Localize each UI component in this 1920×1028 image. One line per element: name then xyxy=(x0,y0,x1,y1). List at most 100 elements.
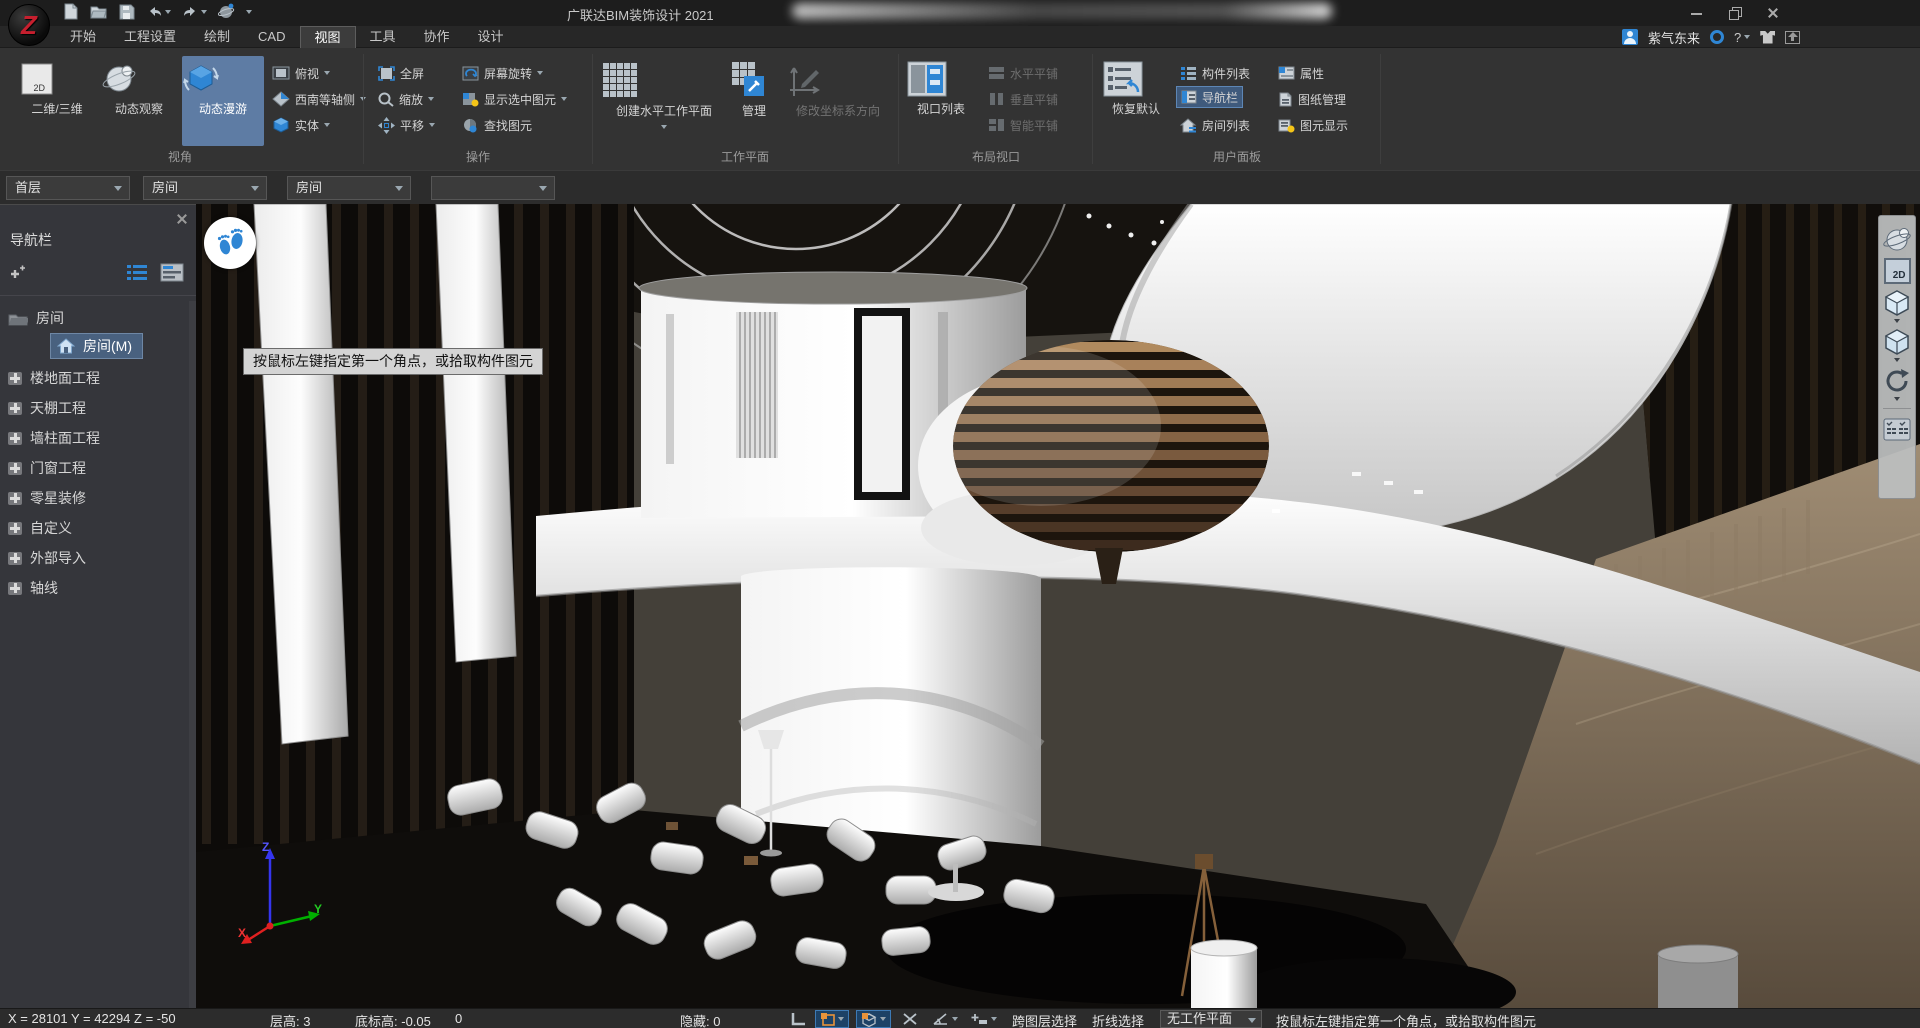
sidebar-scrollbar[interactable] xyxy=(189,301,196,1008)
rotate-view-button[interactable] xyxy=(1882,366,1912,401)
tab-tools[interactable]: 工具 xyxy=(356,26,410,48)
viewport-3d[interactable]: 按鼠标左键指定第一个角点，或拾取构件图元 Z Y X 2D xyxy=(196,204,1920,1008)
tab-start[interactable]: 开始 xyxy=(56,26,110,48)
tab-design[interactable]: 设计 xyxy=(464,26,518,48)
walk-mode-badge[interactable] xyxy=(204,217,256,269)
tree-item-wall-column-works[interactable]: 墙柱面工程 xyxy=(8,425,100,451)
minimize-button[interactable] xyxy=(1690,6,1704,20)
expand-plus-icon[interactable] xyxy=(8,462,22,475)
button-create-workplane[interactable]: 创建水平工作平面 xyxy=(600,56,728,146)
category-select-3[interactable] xyxy=(431,176,555,200)
cube-select-toggle[interactable] xyxy=(856,1010,891,1028)
tree-item-external-import[interactable]: 外部导入 xyxy=(8,545,86,571)
button-2d3d[interactable]: 2D 二维/三维 xyxy=(18,56,96,146)
button-drawing-management[interactable]: 图纸管理 xyxy=(1278,88,1346,110)
button-properties[interactable]: 属性 xyxy=(1278,62,1324,84)
tab-view[interactable]: 视图 xyxy=(300,26,356,48)
expand-plus-icon[interactable] xyxy=(8,582,22,595)
help-button[interactable]: ? xyxy=(1734,30,1750,45)
button-nav-bar[interactable]: 导航栏 xyxy=(1176,86,1243,108)
tab-draw[interactable]: 绘制 xyxy=(190,26,244,48)
button-find-element[interactable]: 查找图元 xyxy=(462,114,532,136)
redo-button[interactable] xyxy=(182,4,207,19)
button-walkthrough[interactable]: 动态漫游 xyxy=(182,56,264,146)
expand-plus-icon[interactable] xyxy=(8,402,22,415)
folder-open-icon xyxy=(8,311,28,326)
tree-item-misc-decoration[interactable]: 零星装修 xyxy=(8,485,86,511)
user-name: 紫气东来 xyxy=(1648,28,1700,47)
tab-project-settings[interactable]: 工程设置 xyxy=(110,26,190,48)
tab-cad[interactable]: CAD xyxy=(244,26,299,48)
cloud-sphere-icon[interactable] xyxy=(218,3,235,20)
sync-ring-icon[interactable] xyxy=(1710,30,1724,44)
cross-layer-select-button[interactable]: 跨图层选择 xyxy=(1012,1011,1077,1028)
quick-access-toolbar xyxy=(62,3,252,20)
tree-item-ceiling-works[interactable]: 天棚工程 xyxy=(8,395,86,421)
expand-plus-icon[interactable] xyxy=(8,492,22,505)
button-manage-workplane[interactable]: 管理 xyxy=(728,56,780,146)
axis-z-label: Z xyxy=(262,840,269,854)
workplane-select[interactable]: 无工作平面 xyxy=(1160,1010,1262,1028)
viewport-right-toolbar: 2D xyxy=(1878,215,1916,499)
orbit-tool-button[interactable] xyxy=(1882,224,1912,254)
new-file-icon[interactable] xyxy=(62,3,79,20)
cube-style-button[interactable] xyxy=(1882,327,1912,362)
panel-close-icon[interactable] xyxy=(176,213,188,225)
toolbar-overflow-icon[interactable] xyxy=(246,10,252,14)
tree-item-floor-works[interactable]: 楼地面工程 xyxy=(8,365,100,391)
upload-icon[interactable] xyxy=(1785,31,1800,44)
button-zoom[interactable]: 缩放 xyxy=(378,88,434,110)
angle-snap-button[interactable] xyxy=(928,1010,962,1028)
button-top-view[interactable]: 俯视 xyxy=(272,62,330,84)
expand-plus-icon[interactable] xyxy=(8,372,22,385)
panel-view-icon[interactable] xyxy=(160,263,184,282)
view-list-button[interactable] xyxy=(1883,416,1911,442)
rect-select-toggle[interactable] xyxy=(815,1010,849,1028)
expand-plus-icon[interactable] xyxy=(8,552,22,565)
close-button[interactable] xyxy=(1766,6,1780,20)
hidden-count: 隐藏: 0 xyxy=(680,1011,720,1028)
expand-plus-icon[interactable] xyxy=(8,522,22,535)
command-prompt: 按鼠标左键指定第一个角点，或拾取构件图元 xyxy=(1276,1011,1536,1028)
button-screen-rotate[interactable]: 屏幕旋转 xyxy=(462,62,543,84)
tree-root-room[interactable]: 房间 xyxy=(8,305,64,331)
tree-item-room-selected[interactable]: 房间(M) xyxy=(50,333,143,359)
cube-view-button[interactable] xyxy=(1882,288,1912,323)
theme-shirt-icon[interactable] xyxy=(1760,31,1775,44)
add-view-icon[interactable] xyxy=(8,265,26,281)
button-show-selected[interactable]: 显示选中图元 xyxy=(462,88,567,110)
tree-item-axis-lines[interactable]: 轴线 xyxy=(8,575,58,601)
tab-collaborate[interactable]: 协作 xyxy=(410,26,464,48)
button-solid-style[interactable]: 实体 xyxy=(272,114,330,136)
undo-button[interactable] xyxy=(146,4,171,19)
list-view-icon[interactable] xyxy=(126,263,148,282)
save-icon[interactable] xyxy=(118,3,135,20)
user-avatar[interactable] xyxy=(1622,29,1638,45)
floor-select[interactable]: 首层 xyxy=(6,176,130,200)
snap-cross-icon[interactable] xyxy=(898,1010,922,1028)
open-file-icon[interactable] xyxy=(90,3,107,20)
button-element-display[interactable]: 图元显示 xyxy=(1278,114,1348,136)
button-viewport-list[interactable]: 视口列表 xyxy=(906,56,976,146)
button-orbit[interactable]: 动态观察 xyxy=(100,56,178,146)
category-select-2[interactable]: 房间 xyxy=(287,176,411,200)
button-component-list[interactable]: 构件列表 xyxy=(1180,62,1250,84)
restore-button[interactable] xyxy=(1728,6,1742,20)
button-fullscreen[interactable]: 全屏 xyxy=(378,62,424,84)
button-sw-isometric[interactable]: 西南等轴侧 xyxy=(272,88,366,110)
tree-item-custom[interactable]: 自定义 xyxy=(8,515,72,541)
button-tile-smart: 智能平铺 xyxy=(988,114,1058,136)
cursor-coordinates: X = 28101 Y = 42294 Z = -50 xyxy=(8,1011,176,1026)
add-reference-button[interactable] xyxy=(966,1010,1001,1028)
app-title: 广联达BIM装饰设计 2021 xyxy=(567,5,714,24)
2d-view-button[interactable]: 2D xyxy=(1884,258,1911,284)
axis-y-label: Y xyxy=(314,902,322,916)
category-select-1[interactable]: 房间 xyxy=(143,176,267,200)
button-restore-default[interactable]: 恢复默认 xyxy=(1102,56,1170,146)
tree-item-door-window-works[interactable]: 门窗工程 xyxy=(8,455,86,481)
ortho-toggle-icon[interactable] xyxy=(786,1010,810,1028)
button-pan[interactable]: 平移 xyxy=(378,114,435,136)
button-room-list[interactable]: 房间列表 xyxy=(1180,114,1250,136)
expand-plus-icon[interactable] xyxy=(8,432,22,445)
polyline-select-button[interactable]: 折线选择 xyxy=(1092,1011,1144,1028)
